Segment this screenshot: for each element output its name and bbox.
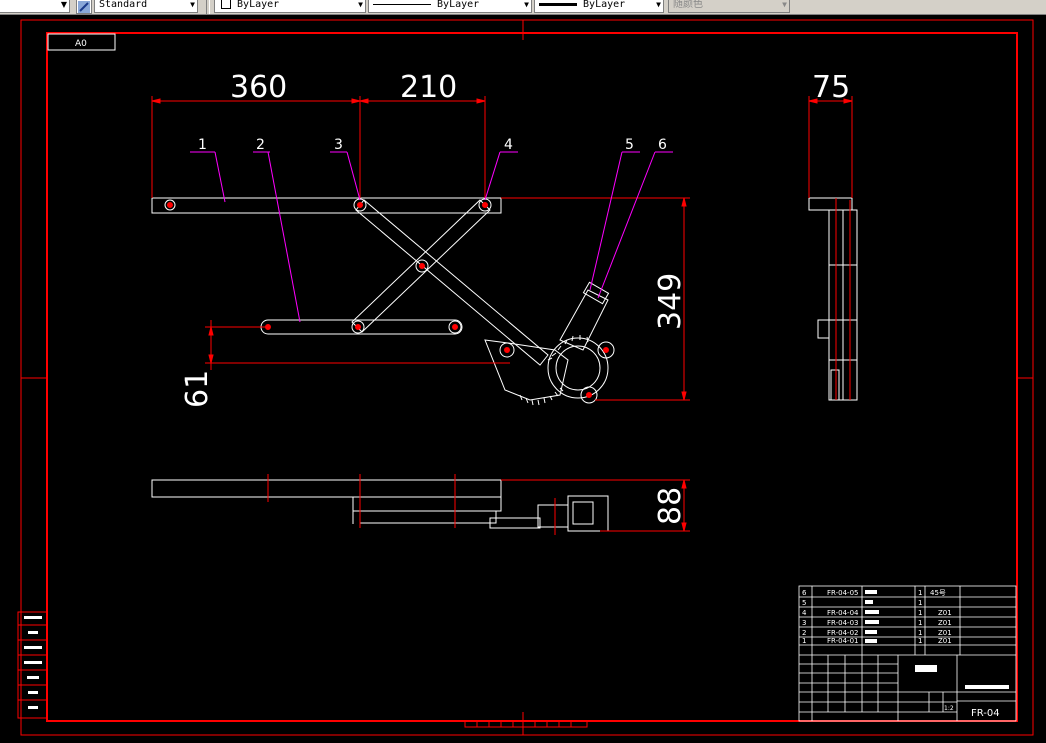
gear-teeth — [519, 335, 589, 406]
svg-text:1: 1 — [918, 599, 922, 607]
svg-text:1: 1 — [918, 619, 922, 627]
dim-75: 75 — [812, 70, 850, 105]
sheet-label: A0 — [75, 39, 87, 49]
dim-88: 88 — [653, 487, 688, 525]
dim-61: 61 — [180, 370, 215, 408]
balloon-3: 3 — [334, 137, 343, 153]
front-dimension-text: 360 210 349 61 — [180, 70, 688, 408]
svg-text:FR-04-05: FR-04-05 — [827, 589, 858, 597]
scale-value: 1:2 — [944, 705, 954, 712]
svg-text:1: 1 — [918, 637, 922, 645]
svg-text:4: 4 — [802, 609, 807, 617]
title-block — [798, 585, 1017, 722]
svg-text:5: 5 — [802, 599, 806, 607]
svg-text:FR-04-01: FR-04-01 — [827, 637, 858, 645]
svg-text:45号: 45号 — [930, 589, 946, 597]
parts-name-glyphs — [865, 590, 1009, 689]
pivot-points — [167, 202, 609, 398]
dim-360: 360 — [230, 70, 287, 105]
svg-text:FR-04-03: FR-04-03 — [827, 619, 858, 627]
balloon-2: 2 — [256, 137, 265, 153]
outer-frame — [20, 19, 1034, 736]
revision-table — [17, 611, 48, 719]
drawing-number: FR-04 — [971, 708, 1000, 719]
svg-text:Z01: Z01 — [938, 619, 952, 627]
side-view-centerlines — [808, 96, 853, 400]
svg-text:1: 1 — [918, 629, 922, 637]
revision-table-text — [24, 616, 42, 709]
balloon-6: 6 — [658, 137, 667, 153]
balloon-1: 1 — [198, 137, 207, 153]
svg-text:FR-04-02: FR-04-02 — [827, 629, 858, 637]
svg-text:2: 2 — [802, 629, 806, 637]
drawing-canvas[interactable]: A0 360 210 349 61 1 2 3 4 5 6 75 88 6 FR… — [0, 0, 1046, 743]
dim-349: 349 — [653, 273, 688, 330]
front-view — [151, 197, 615, 404]
svg-text:1: 1 — [918, 609, 922, 617]
balloon-numbers: 1 2 3 4 5 6 — [198, 137, 667, 153]
svg-text:6: 6 — [802, 589, 807, 597]
svg-text:FR-04-04: FR-04-04 — [827, 609, 859, 617]
balloon-5: 5 — [625, 137, 634, 153]
svg-text:Z01: Z01 — [938, 629, 952, 637]
balloon-4: 4 — [504, 137, 513, 153]
svg-text:1: 1 — [918, 589, 922, 597]
top-view-centerlines — [267, 474, 690, 535]
svg-text:Z01: Z01 — [938, 609, 952, 617]
svg-text:3: 3 — [802, 619, 806, 627]
svg-text:1: 1 — [802, 637, 806, 645]
top-view — [151, 479, 609, 532]
dim-210: 210 — [400, 70, 457, 105]
svg-text:Z01: Z01 — [938, 637, 952, 645]
